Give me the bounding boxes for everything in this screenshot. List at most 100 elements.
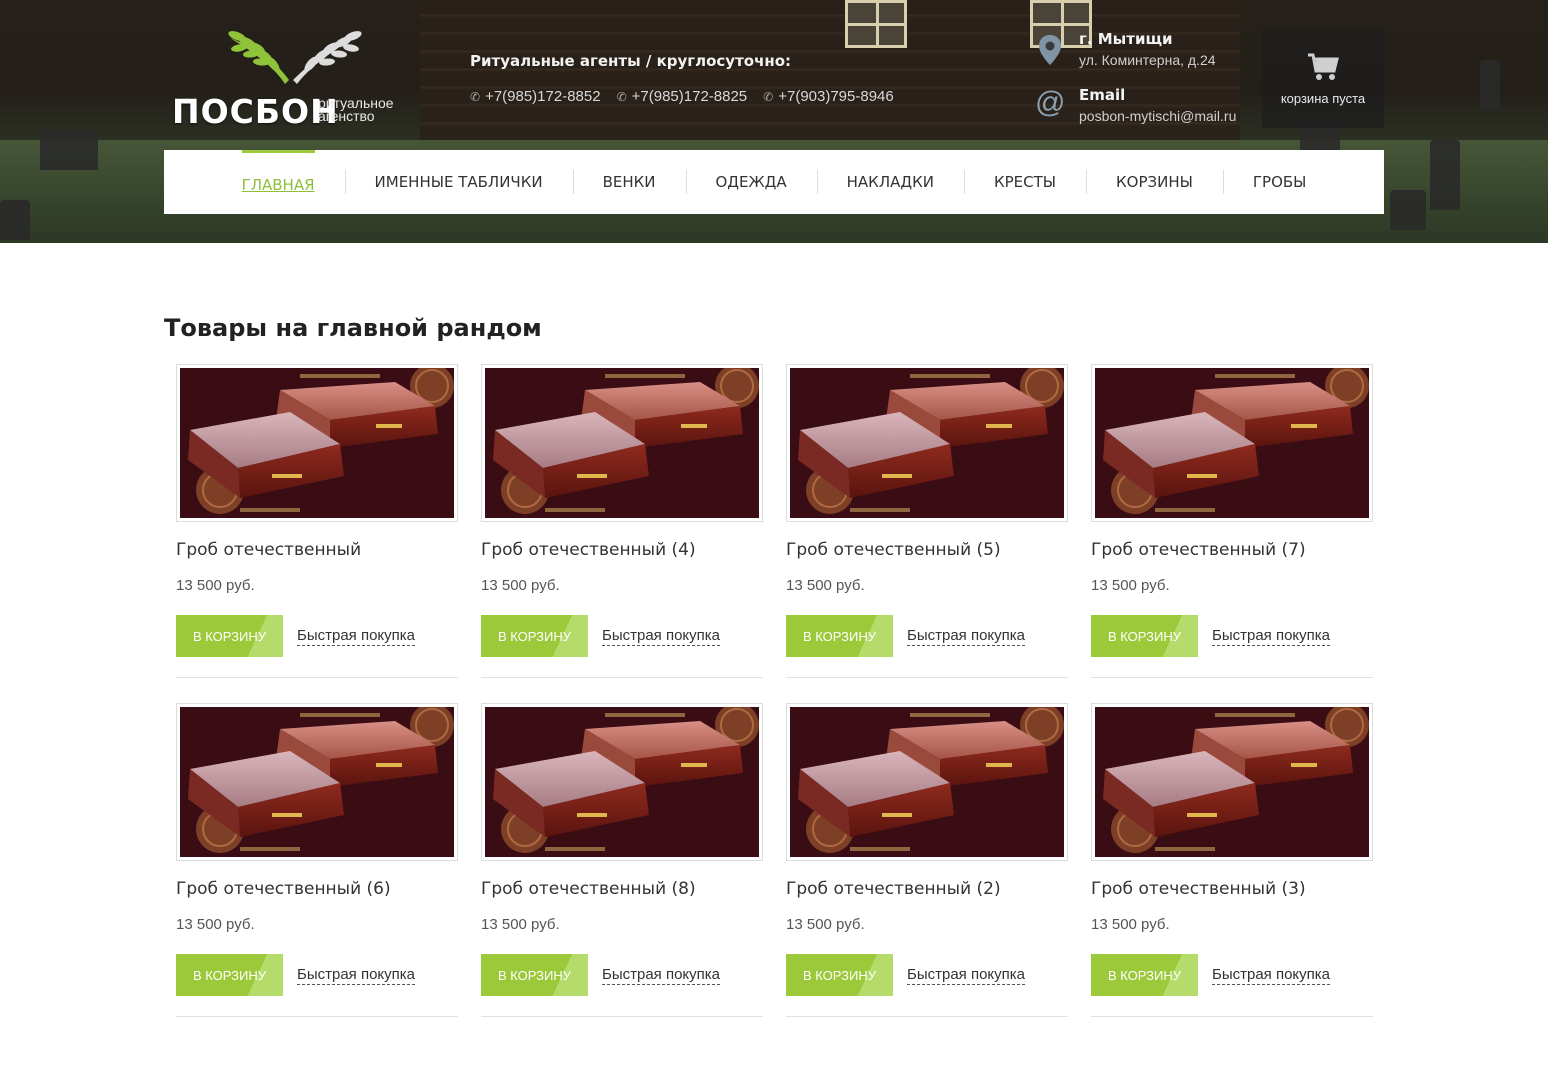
phone-icon: ✆ <box>763 89 774 104</box>
card-divider <box>481 677 763 678</box>
coffin-image <box>180 707 454 857</box>
product-card: Гроб отечественный 13 500 руб. В корзину… <box>176 364 458 678</box>
product-price: 13 500 руб. <box>481 916 560 933</box>
quick-buy-link[interactable]: Быстрая покупка <box>907 627 1026 646</box>
coffin-image <box>790 368 1064 518</box>
quick-buy-link[interactable]: Быстрая покупка <box>907 966 1026 985</box>
product-image[interactable] <box>176 364 458 522</box>
product-name[interactable]: Гроб отечественный (4) <box>481 540 696 560</box>
phone-link[interactable]: ✆ +7(985)172-8852 <box>470 88 601 105</box>
card-divider <box>786 1016 1068 1017</box>
product-image[interactable] <box>786 364 1068 522</box>
card-divider <box>1091 1016 1373 1017</box>
background-stone <box>1480 60 1500 110</box>
address-text: г. Мытищи ул. Коминтерна, д.24 <box>1079 30 1279 68</box>
coffin-image <box>1095 707 1369 857</box>
background-stone <box>40 130 98 170</box>
nav-item-baskets[interactable]: Корзины <box>1086 150 1223 214</box>
phone-number: +7(985)172-8825 <box>631 88 748 105</box>
product-card: Гроб отечественный (8) 13 500 руб. В кор… <box>481 703 763 1017</box>
phone-icon: ✆ <box>616 89 627 104</box>
card-divider <box>176 1016 458 1017</box>
add-to-cart-button[interactable]: В корзину <box>481 615 588 657</box>
product-image[interactable] <box>481 703 763 861</box>
quick-buy-link[interactable]: Быстрая покупка <box>1212 627 1331 646</box>
phone-link[interactable]: ✆ +7(903)795-8946 <box>763 88 894 105</box>
product-card: Гроб отечественный (5) 13 500 руб. В кор… <box>786 364 1068 678</box>
address-city: г. Мытищи <box>1079 30 1173 48</box>
product-price: 13 500 руб. <box>481 577 560 594</box>
nav-item-coffins[interactable]: Гробы <box>1222 150 1337 214</box>
email-link[interactable]: posbon-mytischi@mail.ru <box>1079 108 1279 124</box>
product-card: Гроб отечественный (4) 13 500 руб. В кор… <box>481 364 763 678</box>
quick-buy-link[interactable]: Быстрая покупка <box>297 627 416 646</box>
background-window <box>845 0 907 48</box>
phone-list: ✆ +7(985)172-8852 ✆ +7(985)172-8825 ✆ +7(90… <box>470 88 894 105</box>
logo-subtitle: ритуальное агенство <box>318 95 394 124</box>
card-divider <box>176 677 458 678</box>
phone-number: +7(903)795-8946 <box>778 88 894 105</box>
coffin-image <box>790 707 1064 857</box>
card-divider <box>1091 677 1373 678</box>
nav-item-crosses[interactable]: Кресты <box>963 150 1086 214</box>
card-divider <box>786 677 1068 678</box>
logo[interactable]: ПОСБОН ритуальное агенство <box>170 28 420 138</box>
location-pin-icon <box>1039 35 1061 65</box>
product-card: Гроб отечественный (6) 13 500 руб. В кор… <box>176 703 458 1017</box>
quick-buy-link[interactable]: Быстрая покупка <box>602 627 721 646</box>
nav-item-home[interactable]: Главная <box>212 150 345 214</box>
quick-buy-link[interactable]: Быстрая покупка <box>297 966 416 985</box>
product-card: Гроб отечественный (3) 13 500 руб. В кор… <box>1091 703 1373 1017</box>
add-to-cart-button[interactable]: В корзину <box>176 954 283 996</box>
phones-block: Ритуальные агенты / круглосуточно: ✆ +7(9… <box>470 52 894 105</box>
product-price: 13 500 руб. <box>786 577 865 594</box>
product-name[interactable]: Гроб отечественный (6) <box>176 879 391 899</box>
nav-item-overlays[interactable]: Накладки <box>816 150 964 214</box>
product-image[interactable] <box>786 703 1068 861</box>
product-name[interactable]: Гроб отечественный (2) <box>786 879 1001 899</box>
product-name[interactable]: Гроб отечественный <box>176 540 361 560</box>
add-to-cart-button[interactable]: В корзину <box>481 954 588 996</box>
cart-label: корзина пуста <box>1280 90 1366 106</box>
background-stone <box>0 200 30 240</box>
product-name[interactable]: Гроб отечественный (3) <box>1091 879 1306 899</box>
add-to-cart-button[interactable]: В корзину <box>1091 615 1198 657</box>
email-text: Email posbon-mytischi@mail.ru <box>1079 86 1279 124</box>
add-to-cart-button[interactable]: В корзину <box>786 954 893 996</box>
coffin-image <box>1095 368 1369 518</box>
background-stone <box>1430 140 1460 210</box>
main-nav: Главная Именные таблички Венки Одежда На… <box>164 150 1384 214</box>
at-sign-icon: @ <box>1035 86 1066 119</box>
product-name[interactable]: Гроб отечественный (8) <box>481 879 696 899</box>
card-divider <box>481 1016 763 1017</box>
phone-link[interactable]: ✆ +7(985)172-8825 <box>617 88 748 105</box>
quick-buy-link[interactable]: Быстрая покупка <box>1212 966 1331 985</box>
nav-item-wreaths[interactable]: Венки <box>572 150 686 214</box>
quick-buy-link[interactable]: Быстрая покупка <box>602 966 721 985</box>
cart-widget[interactable]: корзина пуста <box>1262 30 1384 128</box>
add-to-cart-button[interactable]: В корзину <box>1091 954 1198 996</box>
coffin-image <box>180 368 454 518</box>
section-title: Товары на главной рандом <box>164 314 542 342</box>
nav-item-clothing[interactable]: Одежда <box>685 150 817 214</box>
product-name[interactable]: Гроб отечественный (7) <box>1091 540 1306 560</box>
email-label: Email <box>1079 86 1126 104</box>
phone-icon: ✆ <box>470 89 481 104</box>
add-to-cart-button[interactable]: В корзину <box>786 615 893 657</box>
address-street: ул. Коминтерна, д.24 <box>1079 52 1216 68</box>
product-name[interactable]: Гроб отечественный (5) <box>786 540 1001 560</box>
background-stone <box>1390 190 1426 230</box>
coffin-image <box>485 707 759 857</box>
product-card: Гроб отечественный (7) 13 500 руб. В кор… <box>1091 364 1373 678</box>
product-price: 13 500 руб. <box>1091 916 1170 933</box>
product-image[interactable] <box>481 364 763 522</box>
product-image[interactable] <box>1091 364 1373 522</box>
phones-title: Ритуальные агенты / круглосуточно: <box>470 52 792 70</box>
product-image[interactable] <box>1091 703 1373 861</box>
product-image[interactable] <box>176 703 458 861</box>
add-to-cart-button[interactable]: В корзину <box>176 615 283 657</box>
nav-item-name-plates[interactable]: Именные таблички <box>344 150 573 214</box>
laurel-icon <box>228 31 362 84</box>
product-price: 13 500 руб. <box>176 916 255 933</box>
product-price: 13 500 руб. <box>1091 577 1170 594</box>
